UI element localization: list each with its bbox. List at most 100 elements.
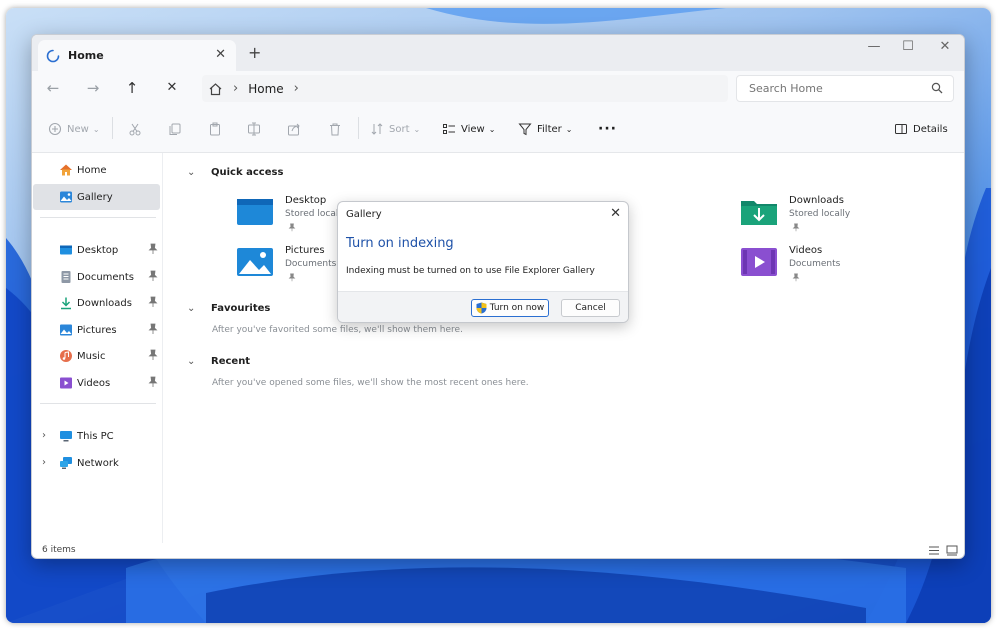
stop-icon[interactable]: ✕ <box>162 78 182 98</box>
paste-icon <box>210 122 220 136</box>
search-box[interactable] <box>736 75 954 102</box>
view-button[interactable]: View ⌄ <box>442 119 495 139</box>
filter-button[interactable]: Filter ⌄ <box>518 119 572 139</box>
pin-icon[interactable] <box>148 323 158 335</box>
music-icon <box>60 350 72 362</box>
this-pc-icon <box>60 431 72 442</box>
sidebar-item-pictures[interactable]: Pictures <box>33 317 160 343</box>
dialog-title-bar: Gallery <box>338 202 628 227</box>
breadcrumb-home[interactable]: Home <box>248 82 283 96</box>
filter-icon <box>518 123 532 136</box>
share-button[interactable] <box>287 119 306 139</box>
recent-header[interactable]: ⌄ Recent <box>187 356 250 367</box>
sidebar-item-label: Gallery <box>77 191 113 203</box>
dialog-footer: Turn on now Cancel <box>338 291 628 322</box>
cut-icon <box>129 123 141 136</box>
chevron-down-icon[interactable]: ⌄ <box>187 167 199 178</box>
filter-label: Filter <box>537 123 562 135</box>
videos-folder-icon <box>741 248 777 276</box>
chevron-down-icon[interactable]: ⌄ <box>187 303 199 314</box>
pin-icon[interactable] <box>148 376 158 388</box>
view-label: View <box>461 123 485 135</box>
tab-close-icon[interactable]: ✕ <box>215 47 226 62</box>
more-options-icon[interactable]: ··· <box>598 119 617 139</box>
maximize-icon[interactable]: ☐ <box>898 39 918 54</box>
copy-icon <box>169 123 181 135</box>
cut-button[interactable] <box>128 119 147 139</box>
details-view-icon[interactable] <box>928 545 940 556</box>
copy-button[interactable] <box>168 119 187 139</box>
sidebar-item-this-pc[interactable]: › This PC <box>33 423 160 449</box>
new-button[interactable]: New ⌄ <box>48 119 100 139</box>
home-icon <box>60 164 72 176</box>
pin-icon <box>792 273 800 282</box>
sidebar-item-desktop[interactable]: Desktop <box>33 237 160 263</box>
details-label: Details <box>913 123 948 135</box>
search-input[interactable] <box>749 82 929 95</box>
details-button[interactable]: Details <box>894 119 948 139</box>
up-arrow-icon[interactable]: ↑ <box>122 78 142 98</box>
sidebar-item-network[interactable]: › Network <box>33 450 160 476</box>
pictures-folder-icon <box>237 248 273 276</box>
chevron-right-icon[interactable]: › <box>42 457 46 468</box>
pin-icon <box>792 223 800 232</box>
sidebar-item-label: Music <box>77 350 106 362</box>
toolbar-divider <box>358 117 359 139</box>
close-window-icon[interactable]: ✕ <box>935 39 955 54</box>
sidebar-item-label: This PC <box>77 430 114 442</box>
tab-home[interactable]: Home ✕ <box>38 40 236 71</box>
trash-icon <box>330 123 340 136</box>
chevron-down-icon[interactable]: ⌄ <box>187 356 199 367</box>
folder-name: Downloads <box>789 195 844 206</box>
videos-icon <box>60 377 72 389</box>
sidebar-item-videos[interactable]: Videos <box>33 370 160 396</box>
dialog-close-icon[interactable]: ✕ <box>610 206 621 221</box>
section-title: Recent <box>211 356 251 367</box>
sidebar-item-label: Documents <box>77 271 135 283</box>
sidebar-item-label: Downloads <box>77 297 132 309</box>
turn-on-now-button[interactable]: Turn on now <box>471 299 549 317</box>
quick-access-downloads[interactable]: Downloads Stored locally <box>741 195 901 235</box>
sidebar-item-label: Home <box>77 164 107 176</box>
tiles-view-icon[interactable] <box>946 545 958 556</box>
desktop-folder-icon <box>237 199 273 225</box>
quick-access-header[interactable]: ⌄ Quick access <box>187 167 283 178</box>
pin-icon[interactable] <box>148 243 158 255</box>
cancel-button[interactable]: Cancel <box>561 299 620 317</box>
sidebar-item-downloads[interactable]: Downloads <box>33 290 160 316</box>
status-bar: 6 items <box>32 543 964 558</box>
favourites-header[interactable]: ⌄ Favourites <box>187 303 270 314</box>
sort-button[interactable]: Sort ⌄ <box>370 119 420 139</box>
sidebar-item-label: Pictures <box>77 324 117 336</box>
folder-name: Videos <box>789 245 823 256</box>
minimize-icon[interactable]: — <box>864 39 884 54</box>
search-icon[interactable] <box>931 82 943 94</box>
chevron-right-icon[interactable]: › <box>42 430 46 441</box>
sidebar-item-home[interactable]: Home <box>33 157 160 183</box>
pin-icon <box>288 273 296 282</box>
item-count: 6 items <box>42 545 76 555</box>
sidebar-item-label: Network <box>77 457 119 469</box>
pin-icon[interactable] <box>148 270 158 282</box>
address-field[interactable]: › Home › <box>202 75 728 102</box>
new-tab-icon[interactable]: + <box>248 43 261 62</box>
quick-access-videos[interactable]: Videos Documents <box>741 245 901 285</box>
section-title: Quick access <box>211 167 284 178</box>
toolbar-divider <box>112 117 113 139</box>
downloads-icon <box>61 297 71 310</box>
pin-icon[interactable] <box>148 349 158 361</box>
rename-button[interactable] <box>247 119 266 139</box>
sidebar-item-gallery[interactable]: Gallery <box>33 184 160 210</box>
paste-button[interactable] <box>208 119 227 139</box>
uac-shield-icon <box>476 302 487 314</box>
sidebar-item-music[interactable]: Music <box>33 343 160 369</box>
sidebar-item-documents[interactable]: Documents <box>33 264 160 290</box>
pin-icon[interactable] <box>148 296 158 308</box>
back-arrow-icon[interactable]: ← <box>43 78 63 98</box>
breadcrumb-chevron-icon[interactable]: › <box>294 81 299 96</box>
delete-button[interactable] <box>328 119 347 139</box>
folder-name: Desktop <box>285 195 327 206</box>
forward-arrow-icon[interactable]: → <box>83 78 103 98</box>
folder-location: Documents <box>789 259 841 269</box>
folder-location: Documents <box>285 259 337 269</box>
